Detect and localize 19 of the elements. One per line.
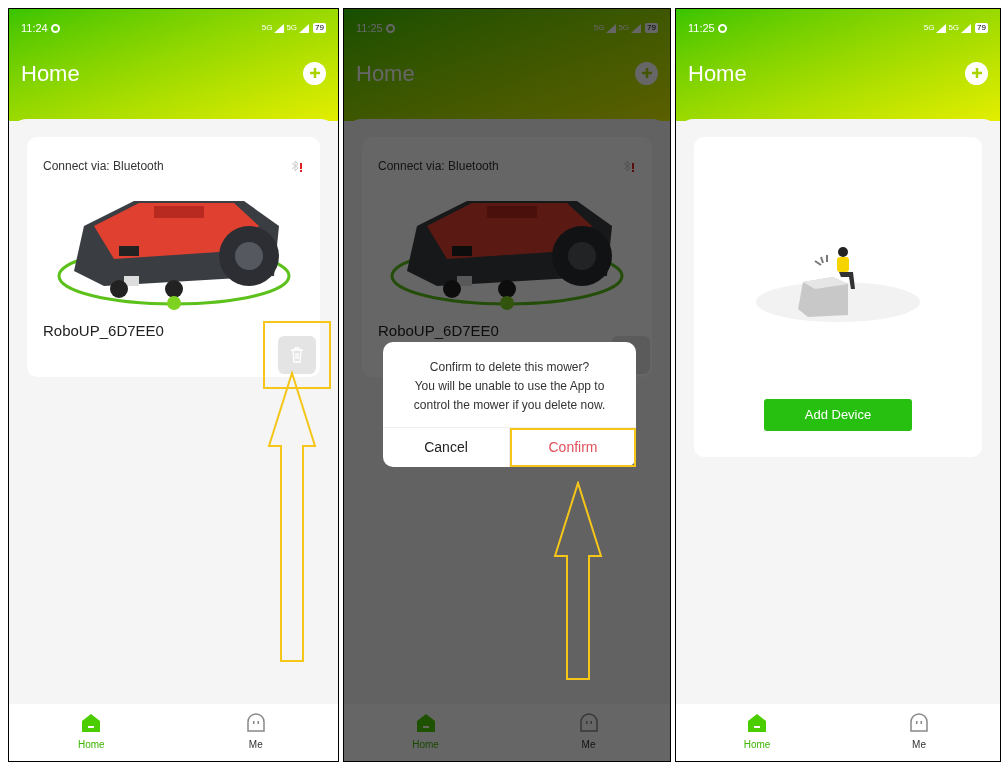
device-name: RoboUP_6D7EE0 xyxy=(43,321,165,341)
network-label: 5G xyxy=(948,24,960,33)
status-time: 11:24 xyxy=(21,21,48,36)
battery-indicator: 79 xyxy=(313,23,326,34)
network-label: 5G xyxy=(923,24,935,33)
network-label: 5G xyxy=(286,24,298,33)
network-label: 5G xyxy=(618,24,630,33)
page-title: Home xyxy=(688,59,747,88)
page-title: Home xyxy=(356,59,415,88)
battery-indicator: 79 xyxy=(975,23,988,34)
status-time: 11:25 xyxy=(356,21,383,36)
connection-label: Connect via: Bluetooth xyxy=(378,158,499,175)
network-label: 5G xyxy=(593,24,605,33)
status-time: 11:25 xyxy=(688,21,715,36)
battery-indicator: 79 xyxy=(645,23,658,34)
page-title: Home xyxy=(21,59,80,88)
device-name: RoboUP_6D7EE0 xyxy=(378,321,500,341)
network-label: 5G xyxy=(261,24,273,33)
connection-label: Connect via: Bluetooth xyxy=(43,158,164,175)
